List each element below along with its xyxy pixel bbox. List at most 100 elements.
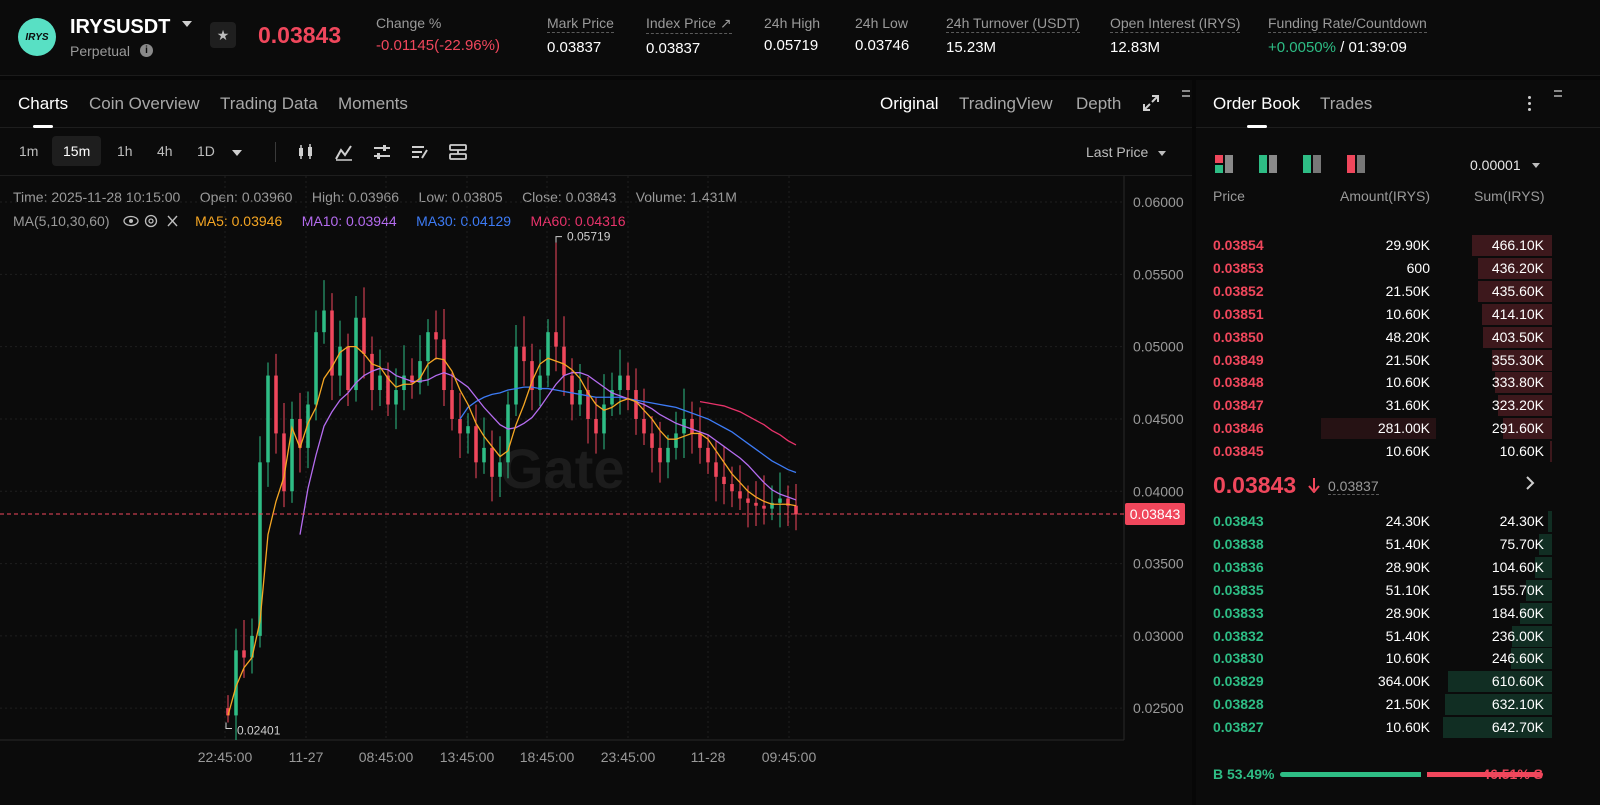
order-price: 0.03829 (1213, 673, 1264, 690)
x-tick-label: 22:45:00 (198, 749, 253, 765)
tab-charts[interactable]: Charts (18, 94, 68, 114)
timeframe-1h[interactable]: 1h (106, 136, 144, 166)
book-mode-both-icon[interactable] (1214, 154, 1234, 174)
book-mode-bids-icon[interactable] (1258, 154, 1278, 174)
tab-original[interactable]: Original (880, 94, 939, 114)
ask-row[interactable]: 0.03845 10.60K 10.60K (1196, 440, 1600, 463)
active-tab-indicator (1247, 125, 1267, 128)
candle-body (426, 332, 430, 362)
bid-row[interactable]: 0.03828 21.50K 632.10K (1196, 693, 1600, 716)
candle-body (442, 339, 446, 391)
order-amount: 10.60K (1385, 305, 1430, 322)
panel-resize-handle[interactable] (1182, 90, 1190, 104)
order-price: 0.03845 (1213, 443, 1264, 460)
ask-row[interactable]: 0.03852 21.50K 435.60K (1196, 280, 1600, 302)
expand-icon[interactable] (1142, 94, 1160, 112)
order-price: 0.03830 (1213, 650, 1264, 667)
arrow-down-icon (1308, 478, 1320, 493)
candle-type-icon[interactable] (296, 142, 316, 162)
x-tick-label: 18:45:00 (520, 749, 575, 765)
ask-row[interactable]: 0.03853 600 436.20K (1196, 257, 1600, 279)
chevron-down-icon[interactable] (182, 21, 192, 27)
price-chart[interactable]: 0.06000 0.05500 0.05000 0.04500 0.04000 0.035… (0, 176, 1192, 805)
ma5-line (227, 345, 797, 716)
tab-depth[interactable]: Depth (1076, 94, 1121, 114)
chart-panel: Charts Coin Overview Trading Data Moment… (0, 80, 1192, 805)
order-sum: 291.60K (1491, 420, 1544, 437)
more-options-icon[interactable] (1528, 96, 1532, 114)
order-price: 0.03852 (1213, 282, 1264, 299)
candle-body (514, 346, 518, 405)
sell-ratio-label: 46.51% S (1482, 766, 1543, 782)
order-sum: 104.60K (1491, 558, 1544, 575)
candle-body (266, 375, 270, 463)
order-price: 0.03846 (1213, 420, 1264, 437)
book-mode-split-icon[interactable] (1302, 154, 1322, 174)
timeframe-more-chevron-icon[interactable] (232, 150, 242, 156)
order-sum: 466.10K (1491, 237, 1544, 253)
y-tick-label: 0.02500 (1133, 700, 1184, 716)
layout-settings-icon[interactable] (448, 142, 468, 162)
timeframe-15m[interactable]: 15m (52, 136, 102, 166)
bid-row[interactable]: 0.03835 51.10K 155.70K (1196, 579, 1600, 601)
tab-trading-data[interactable]: Trading Data (220, 94, 318, 114)
ask-row[interactable]: 0.03847 31.60K 323.20K (1196, 394, 1600, 417)
high-marker-arrow (555, 236, 562, 243)
ask-row[interactable]: 0.03850 48.20K 403.50K (1196, 326, 1600, 348)
bid-row[interactable]: 0.03838 51.40K 75.70K (1196, 533, 1600, 555)
tab-coin-overview[interactable]: Coin Overview (89, 94, 200, 114)
order-amount: 51.40K (1385, 627, 1430, 644)
tab-tradingview[interactable]: TradingView (959, 94, 1053, 114)
panel-resize-handle[interactable] (1554, 90, 1562, 104)
candle-body (778, 498, 782, 503)
tab-trades[interactable]: Trades (1320, 94, 1372, 114)
candle-body (490, 447, 494, 477)
order-price: 0.03847 (1213, 397, 1264, 414)
chevron-right-icon[interactable] (1524, 476, 1536, 490)
book-mode-asks-icon[interactable] (1346, 154, 1366, 174)
price-source-chevron-icon[interactable] (1158, 151, 1166, 156)
ask-row[interactable]: 0.03849 21.50K 355.30K (1196, 349, 1600, 371)
ask-row[interactable]: 0.03851 10.60K 414.10K (1196, 303, 1600, 325)
mid-mark-price[interactable]: 0.03837 (1328, 478, 1379, 495)
drawing-tools-icon[interactable] (410, 142, 430, 162)
bid-row[interactable]: 0.03836 28.90K 104.60K (1196, 556, 1600, 578)
ask-row[interactable]: 0.03854 29.90K 466.10K (1196, 234, 1600, 256)
ma60-line (699, 400, 797, 446)
ask-row[interactable]: 0.03846 281.00K 291.60K (1196, 417, 1600, 440)
bid-row[interactable]: 0.03832 51.40K 236.00K (1196, 625, 1600, 647)
order-book-tab-bar: Order Book Trades (1196, 80, 1600, 128)
bid-row[interactable]: 0.03833 28.90K 184.60K (1196, 602, 1600, 624)
order-price: 0.03853 (1213, 259, 1264, 276)
last-price: 0.03843 (258, 22, 342, 48)
order-sum: 75.70K (1499, 535, 1544, 552)
candle-body (618, 375, 622, 391)
bid-row[interactable]: 0.03843 24.30K 24.30K (1196, 510, 1600, 532)
candle-body (706, 447, 710, 463)
order-price: 0.03836 (1213, 558, 1264, 575)
bid-row[interactable]: 0.03830 10.60K 246.60K (1196, 647, 1600, 670)
price-source-select[interactable]: Last Price (1086, 144, 1148, 160)
order-amount: 21.50K (1385, 351, 1430, 368)
settings-sliders-icon[interactable] (372, 142, 392, 162)
bid-row[interactable]: 0.03829 364.00K 610.60K (1196, 670, 1600, 693)
favorite-star-button[interactable]: ★ (210, 22, 236, 48)
candle-body (474, 426, 478, 463)
candle-body (466, 426, 470, 434)
indicators-icon[interactable] (334, 142, 354, 162)
timeframe-4h[interactable]: 4h (146, 136, 184, 166)
symbol-selector[interactable]: IRYSUSDT (70, 16, 170, 39)
tab-moments[interactable]: Moments (338, 94, 408, 114)
info-icon[interactable]: i (140, 44, 153, 57)
precision-select[interactable]: 0.00001 (1470, 157, 1521, 173)
ask-row[interactable]: 0.03848 10.60K 333.80K (1196, 371, 1600, 394)
precision-chevron-icon[interactable] (1532, 163, 1540, 168)
funding-countdown: / 01:39:09 (1335, 39, 1407, 56)
bid-row[interactable]: 0.03827 10.60K 642.70K (1196, 716, 1600, 739)
candle-body (314, 332, 318, 405)
candle-body (394, 390, 398, 405)
tab-order-book[interactable]: Order Book (1213, 94, 1300, 114)
timeframe-1d[interactable]: 1D (186, 136, 226, 166)
col-amount: Amount(IRYS) (1340, 188, 1430, 204)
timeframe-1m[interactable]: 1m (8, 136, 49, 166)
